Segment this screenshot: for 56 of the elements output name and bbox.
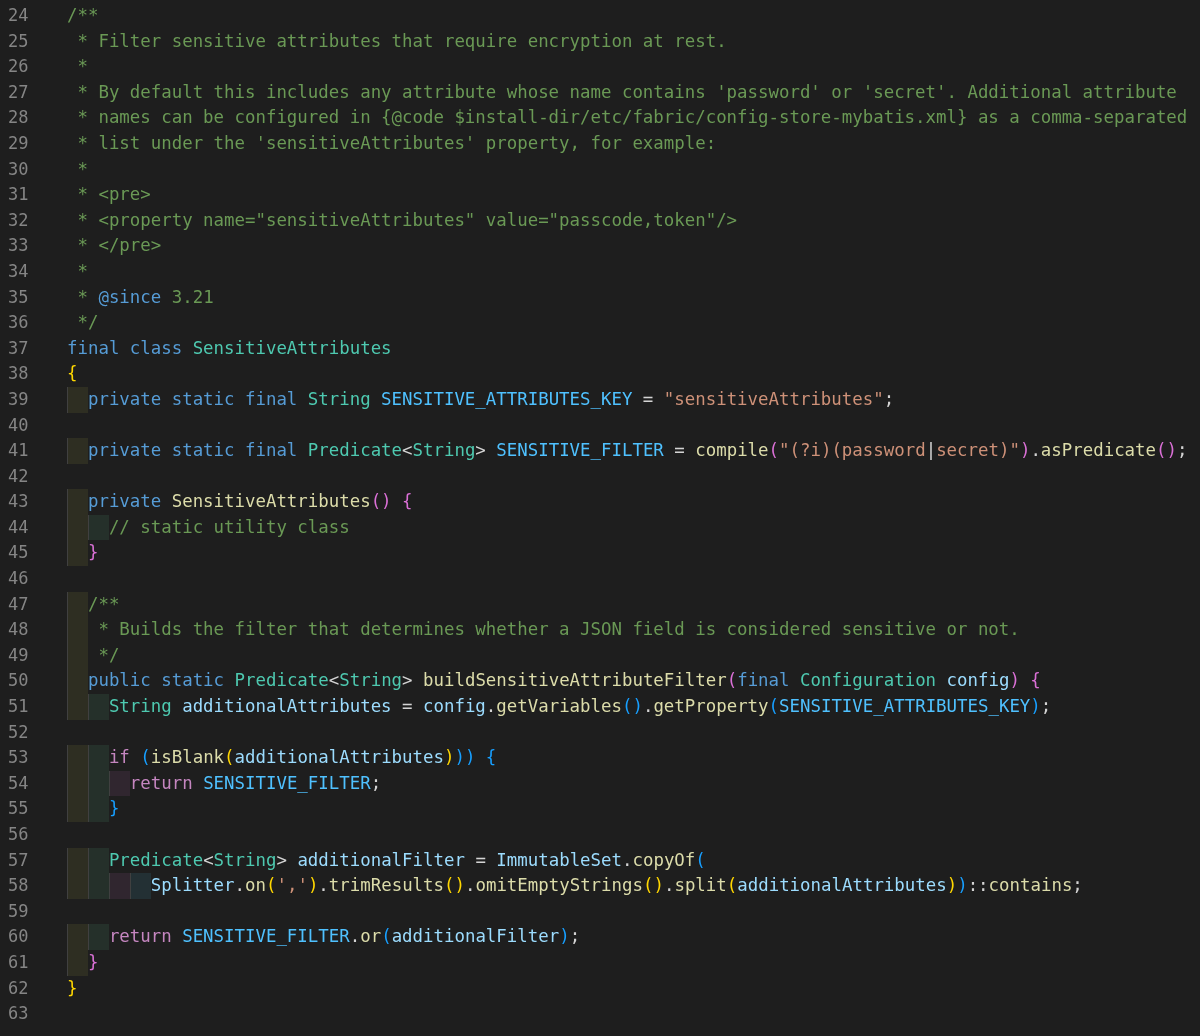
line-number: 39 — [7, 387, 30, 411]
code-line: * list under the 'sensitiveAttributes' property, for example: — [76, 131, 717, 155]
line-number: 63 — [7, 1002, 30, 1026]
line-number: 34 — [7, 259, 30, 283]
code-line: * </pre> — [76, 234, 162, 258]
line-number: 33 — [7, 234, 30, 258]
line-number: 62 — [7, 976, 30, 1000]
code-line: * <pre> — [76, 183, 151, 207]
code-line: * — [76, 259, 88, 283]
line-number: 43 — [7, 490, 30, 514]
line-number: 59 — [7, 899, 30, 923]
line-number: 27 — [7, 80, 30, 104]
code-line: * — [76, 55, 88, 79]
code-line: * names can be configured in {@code $install-dir/etc/fabric/config-store-mybatis.xml} as a comma-separated — [76, 106, 1188, 130]
line-number: 54 — [7, 771, 30, 795]
line-number: 42 — [7, 464, 30, 488]
line-number: 40 — [7, 413, 30, 437]
line-number: 50 — [7, 669, 30, 693]
code-line: * <property name="sensitiveAttributes" value="passcode,token"/> — [76, 208, 738, 232]
line-number: 58 — [7, 874, 30, 898]
code-line: * Filter sensitive attributes that require encryption at rest. — [76, 29, 727, 53]
line-number: 24 — [7, 4, 30, 27]
code-line: final class SensitiveAttributes — [67, 336, 392, 360]
line-number: 48 — [7, 618, 30, 642]
line-number: 37 — [7, 336, 30, 360]
line-number: 61 — [7, 950, 30, 974]
code-line: /** — [67, 4, 99, 27]
line-number: 38 — [7, 362, 30, 386]
code-line: { — [67, 362, 78, 386]
code-line: */ — [76, 311, 99, 335]
line-number: 45 — [7, 541, 30, 565]
code-line: } — [67, 976, 78, 1000]
line-number: 28 — [7, 106, 30, 130]
line-number: 49 — [7, 643, 30, 667]
code-line: * — [76, 157, 88, 181]
line-number: 47 — [7, 592, 30, 616]
code-line: * @since 3.21 — [76, 285, 214, 309]
line-number: 44 — [7, 515, 30, 539]
line-number: 53 — [7, 746, 30, 770]
code-line: * By default this includes any attribute whose name contains 'password' or 'secret'. Additional attribute — [76, 80, 1177, 104]
line-number: 51 — [7, 695, 30, 719]
line-number: 36 — [7, 311, 30, 335]
line-number: 25 — [7, 29, 30, 53]
line-number: 41 — [7, 439, 30, 463]
line-number: 31 — [7, 183, 30, 207]
line-number: 55 — [7, 797, 30, 821]
line-number: 32 — [7, 208, 30, 232]
line-number: 30 — [7, 157, 30, 181]
line-number: 46 — [7, 567, 30, 591]
line-number: 35 — [7, 285, 30, 309]
line-number: 29 — [7, 131, 30, 155]
line-number: 56 — [7, 823, 30, 846]
line-number: 57 — [7, 848, 30, 872]
line-number: 52 — [7, 720, 30, 744]
line-number: 60 — [7, 925, 30, 949]
line-number: 26 — [7, 55, 30, 79]
